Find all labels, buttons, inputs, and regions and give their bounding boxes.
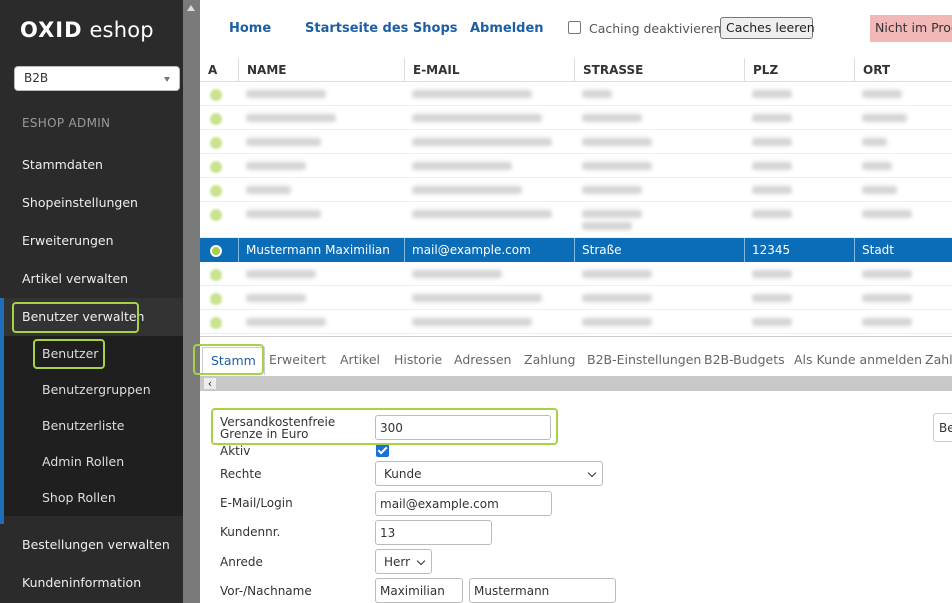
nav-benutzer-verwalten[interactable]: Benutzer verwalten — [0, 298, 183, 336]
tab-bar: Stamm Erweitert Artikel Historie Adresse… — [200, 336, 952, 376]
tab-artikel[interactable]: Artikel — [340, 352, 380, 367]
email-field[interactable]: mail@example.com — [375, 491, 552, 516]
table-row[interactable] — [200, 202, 952, 238]
customer-number-input[interactable]: 13 — [375, 520, 492, 545]
col-email[interactable]: E-MAIL — [404, 58, 574, 82]
shop-select[interactable]: B2B — [14, 66, 180, 91]
tab-scroll-strip: ‹ — [200, 376, 952, 391]
tab-b2b-budgets[interactable]: B2B-Budgets — [704, 352, 785, 367]
table-row[interactable] — [200, 130, 952, 154]
oxid-logo[interactable]: OXID eshop — [20, 18, 154, 42]
nav-shopeinstellungen[interactable]: Shopeinstellungen — [0, 184, 183, 222]
scroll-up-icon[interactable] — [187, 5, 195, 11]
nav-sub-benutzergruppen[interactable]: Benutzergruppen — [0, 372, 183, 408]
cell-street: Straße — [582, 243, 622, 257]
email-label: E-Mail/Login — [220, 496, 293, 510]
last-name-input[interactable]: Mustermann — [469, 578, 616, 603]
sidebar-scrollbar[interactable] — [183, 0, 200, 603]
customer-number-label: Kundennr. — [220, 525, 281, 539]
shipping-limit-input[interactable]: 300 — [375, 415, 551, 440]
table-row[interactable] — [200, 286, 952, 310]
rights-select[interactable]: Kunde — [375, 461, 603, 486]
production-mode-badge: Nicht im Produktivmodus — [870, 15, 952, 42]
cell-email: mail@example.com — [412, 243, 531, 257]
cell-zip: 12345 — [752, 243, 791, 257]
active-checkbox[interactable] — [376, 444, 389, 457]
sidebar: OXID eshop B2B ESHOP ADMIN Stammdaten Sh… — [0, 0, 183, 603]
nav-bestellungen-verwalten[interactable]: Bestellungen verwalten — [0, 526, 183, 564]
nav-active-indicator — [0, 298, 4, 524]
chevron-left-icon[interactable]: ‹ — [204, 378, 216, 389]
tab-als-kunde-anmelden[interactable]: Als Kunde anmelden — [794, 352, 922, 367]
salutation-label: Anrede — [220, 555, 263, 569]
right-panel-button[interactable]: Benutzer — [933, 413, 952, 442]
col-street[interactable]: STRASSE — [574, 58, 744, 82]
caching-label: Caching deaktivieren — [589, 21, 722, 36]
rights-label: Rechte — [220, 467, 262, 481]
chevron-down-icon — [164, 77, 170, 82]
caches-leeren-button[interactable]: Caches leeren — [720, 17, 815, 39]
eshop-admin-label: ESHOP ADMIN — [22, 116, 111, 130]
table-row-selected[interactable]: Mustermann Maximilian mail@example.com S… — [200, 238, 952, 262]
table-row[interactable] — [200, 310, 952, 334]
nav-sub-shop-rollen[interactable]: Shop Rollen — [0, 480, 183, 516]
tab-b2b-einstellungen[interactable]: B2B-Einstellungen — [587, 352, 701, 367]
col-active[interactable]: A — [200, 58, 238, 82]
active-status-icon — [210, 245, 222, 257]
table-row[interactable] — [200, 154, 952, 178]
tab-erweitert[interactable]: Erweitert — [269, 352, 326, 367]
nav-kundeninformation[interactable]: Kundeninformation — [0, 564, 183, 602]
col-name[interactable]: NAME — [238, 58, 404, 82]
caching-checkbox[interactable] — [568, 21, 581, 34]
link-home[interactable]: Home — [229, 21, 271, 36]
active-label: Aktiv — [220, 444, 251, 458]
cell-city: Stadt — [862, 243, 894, 257]
user-list-table: A NAME E-MAIL STRASSE PLZ ORT Mustermann… — [200, 58, 952, 336]
tab-stamm[interactable]: Stamm — [202, 347, 265, 375]
nav-erweiterungen[interactable]: Erweiterungen — [0, 222, 183, 260]
link-abmelden[interactable]: Abmelden — [470, 21, 544, 36]
col-city[interactable]: ORT — [854, 58, 952, 82]
chevron-down-icon — [416, 556, 426, 566]
nav-sub-admin-rollen[interactable]: Admin Rollen — [0, 444, 183, 480]
nav-sub-benutzer[interactable]: Benutzer — [0, 336, 183, 372]
tab-zahlungsarten[interactable]: Zahlungsarten — [925, 352, 952, 367]
nav-stammdaten[interactable]: Stammdaten — [0, 146, 183, 184]
table-row[interactable] — [200, 178, 952, 202]
salutation-select-value: Herr — [384, 555, 411, 569]
tab-zahlung[interactable]: Zahlung — [524, 352, 575, 367]
nav-artikel-verwalten[interactable]: Artikel verwalten — [0, 260, 183, 298]
tab-adressen[interactable]: Adressen — [454, 352, 511, 367]
shipping-limit-label: Versandkostenfreie Grenze in Euro — [220, 415, 336, 441]
first-name-input[interactable]: Maximilian — [375, 578, 463, 603]
top-bar: Home Startseite des Shops Abmelden Cachi… — [200, 0, 952, 58]
table-row[interactable] — [200, 262, 952, 286]
name-label: Vor-/Nachname — [220, 584, 312, 598]
shop-select-value: B2B — [24, 71, 49, 85]
link-startseite[interactable]: Startseite des Shops — [305, 21, 458, 36]
salutation-select[interactable]: Herr — [375, 549, 432, 574]
cell-name: Mustermann Maximilian — [246, 243, 390, 257]
tab-historie[interactable]: Historie — [394, 352, 442, 367]
table-row[interactable] — [200, 106, 952, 130]
col-zip[interactable]: PLZ — [744, 58, 854, 82]
table-row[interactable] — [200, 82, 952, 106]
rights-select-value: Kunde — [384, 467, 422, 481]
table-header: A NAME E-MAIL STRASSE PLZ ORT — [200, 58, 952, 82]
user-form: Versandkostenfreie Grenze in Euro 300 Ak… — [200, 391, 952, 603]
chevron-down-icon — [587, 468, 597, 478]
nav-sub-benutzerliste[interactable]: Benutzerliste — [0, 408, 183, 444]
